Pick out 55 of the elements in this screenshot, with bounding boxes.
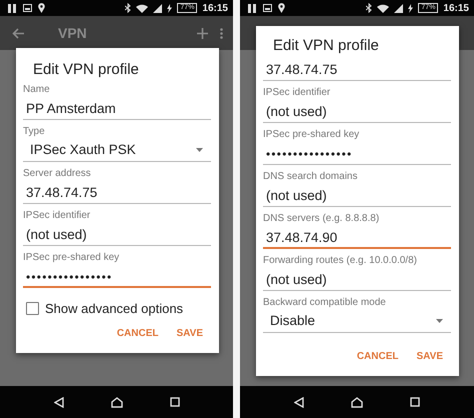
field-label: IPSec pre-shared key [23,251,120,264]
pause-icon [8,4,17,12]
more-options-icon[interactable] [220,28,223,38]
field-label: Server address [23,167,91,180]
input-field[interactable]: 37.48.74.75 [23,180,211,204]
image-icon [263,4,272,12]
signal-icon [394,4,404,12]
location-pin-icon [38,3,45,13]
input-field[interactable]: (not used) [23,222,211,246]
field-label: Backward compatible mode [263,296,386,309]
field-label: Forwarding routes (e.g. 10.0.0.0/8) [263,254,417,267]
image-icon [23,4,32,12]
home-icon[interactable] [110,396,122,408]
field-label: IPSec pre-shared key [263,128,360,141]
wifi-icon [377,4,390,12]
input-field[interactable]: 37.48.74.90 [263,225,451,249]
input-field[interactable]: (not used) [263,99,451,123]
field-label: Type [23,125,45,138]
field-label: IPSec identifier [23,209,90,222]
clock-time: 16:15 [443,2,469,14]
wifi-icon [136,4,148,12]
field-label: DNS search domains [263,170,358,183]
add-icon[interactable] [197,28,208,38]
bluetooth-icon [125,3,132,13]
charging-icon [408,4,414,12]
field-label: IPSec identifier [263,86,330,99]
field-label: DNS servers (e.g. 8.8.8.8) [263,212,380,225]
dropdown[interactable]: Disable [263,309,451,333]
recents-icon[interactable] [170,397,180,407]
input-field[interactable]: 37.48.74.75 [263,57,451,81]
home-icon[interactable] [350,396,363,408]
back-arrow-icon[interactable] [12,28,24,38]
charging-icon [167,4,172,12]
caret-icon [436,318,443,322]
checkbox[interactable] [26,302,39,315]
toolbar-title: VPN [58,25,87,41]
input-field[interactable]: (not used) [263,183,451,207]
clock-time: 16:15 [202,2,228,14]
recents-icon[interactable] [410,397,420,407]
back-icon[interactable] [54,396,64,408]
bluetooth-icon [366,3,372,13]
field-label: Name [23,83,50,96]
signal-icon [153,4,162,12]
back-icon[interactable] [294,396,304,408]
pause-icon [248,4,257,12]
dropdown[interactable]: IPSec Xauth PSK [23,138,211,162]
checkbox-label: Show advanced options [45,301,184,316]
password-field[interactable]: •••••••••••••••• [23,264,211,288]
dialog-title: Edit VPN profile [32,60,140,80]
caret-icon [196,148,203,152]
location-pin-icon [278,3,285,13]
password-field[interactable]: •••••••••••••••• [263,141,451,165]
input-field[interactable]: (not used) [263,267,451,291]
input-field[interactable]: PP Amsterdam [23,96,211,120]
dialog-title: Edit VPN profile [272,36,380,56]
